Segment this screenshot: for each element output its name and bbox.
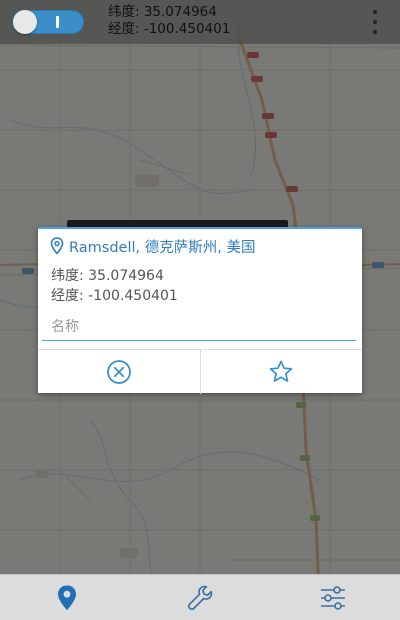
save-location-dialog: Ramsdell, 德克萨斯州, 美国 纬度: 35.074964 经度: -1… [38,227,362,394]
bottom-navigation [0,574,400,620]
longitude-readout: 经度: -100.450401 [108,21,231,37]
tracking-toggle[interactable] [12,10,84,34]
more-vert-icon[interactable] [368,10,382,34]
toggle-on-mark [56,16,59,28]
nav-settings[interactable] [267,575,400,620]
dialog-longitude: 经度: -100.450401 [51,288,178,304]
favorite-button[interactable] [199,350,363,394]
dialog-title-row: Ramsdell, 德克萨斯州, 美国 [50,235,255,257]
close-circle-icon [106,360,131,384]
sliders-icon [321,586,346,610]
current-coordinates: 纬度: 35.074964 经度: -100.450401 [108,4,230,38]
name-input[interactable] [42,313,356,341]
app-screen: 纬度: 35.074964 经度: -100.450401 Ramsdell, … [0,0,400,620]
cancel-button[interactable] [38,350,200,394]
star-outline-icon [270,360,293,382]
location-pin-outline-icon [50,237,64,255]
dialog-latitude: 纬度: 35.074964 [51,268,164,284]
dialog-title: Ramsdell, 德克萨斯州, 美国 [69,239,256,256]
top-bar: 纬度: 35.074964 经度: -100.450401 [0,0,400,44]
location-pin-icon [57,585,76,610]
wrench-icon [187,585,213,611]
nav-location[interactable] [0,575,133,620]
nav-tools[interactable] [133,575,266,620]
dialog-actions [38,349,362,394]
toggle-knob [13,10,37,34]
latitude-readout: 纬度: 35.074964 [108,4,217,20]
